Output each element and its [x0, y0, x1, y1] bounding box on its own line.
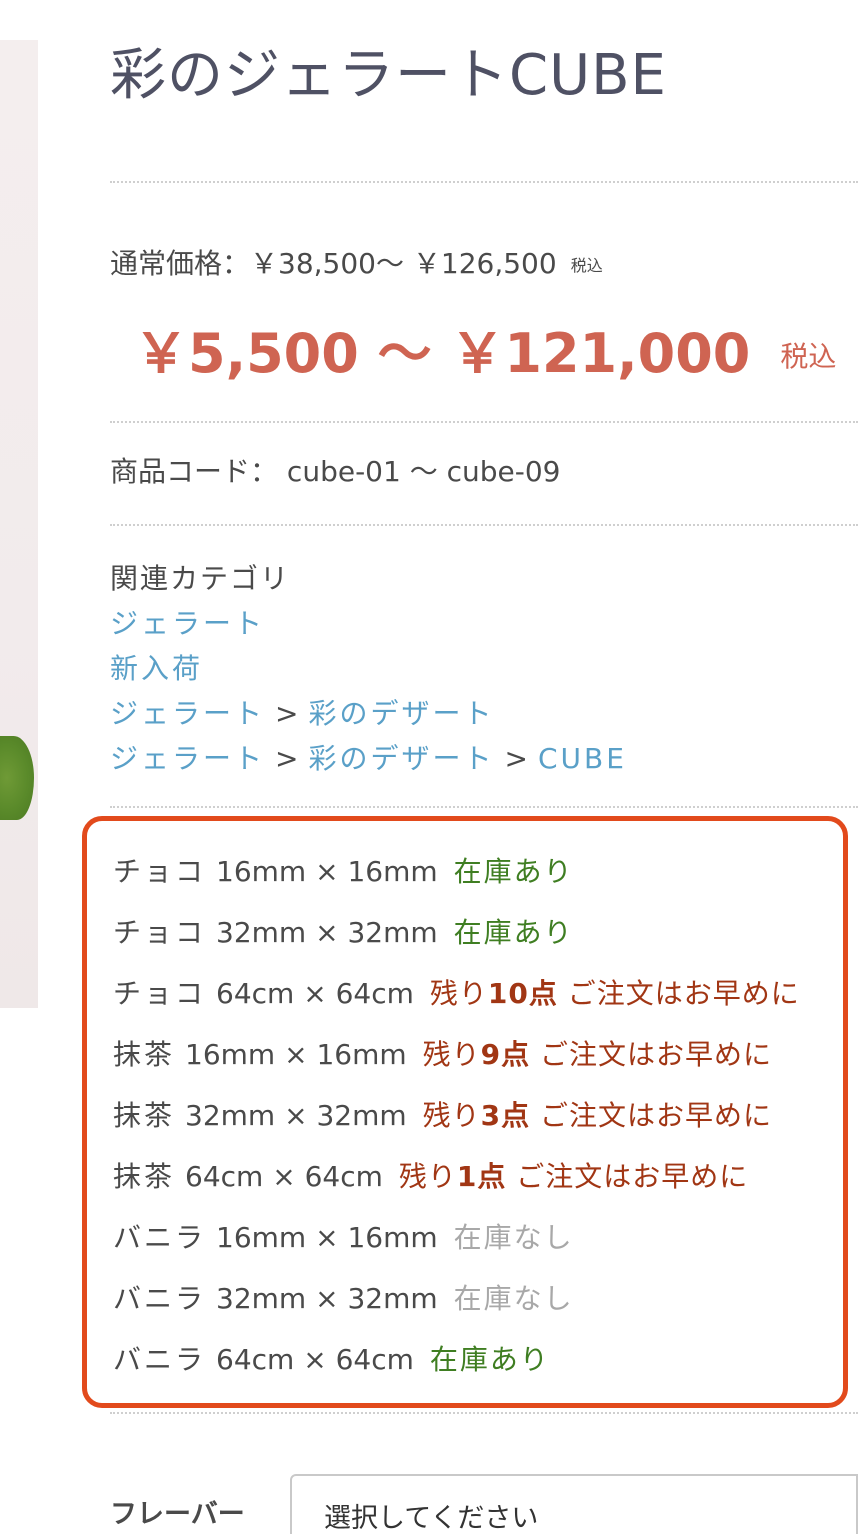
stock-remaining-prefix: 残り — [429, 977, 488, 1010]
stock-row: バニラ 64cm × 64cm 在庫あり — [113, 1329, 800, 1390]
product-image[interactable] — [0, 40, 38, 1008]
stock-remaining-count: 10点 — [487, 977, 558, 1010]
category-path: ジェラート > 彩のデザート — [110, 691, 627, 736]
sale-price-range: ￥5,500 ～ ￥121,000 — [134, 322, 751, 385]
stock-remaining-note: ご注文はお早めに — [530, 1099, 773, 1132]
product-code-range: cube-01 ～ cube-09 — [286, 455, 561, 488]
stock-status-out-of-stock: 在庫なし — [453, 1221, 574, 1254]
product-code-label: 商品コード： — [110, 455, 279, 488]
flavor-option-label: フレーバー — [110, 1499, 245, 1530]
category-link-gelato[interactable]: ジェラート — [110, 697, 265, 730]
stock-flavor: 抹茶 — [113, 1099, 176, 1132]
stock-status-out-of-stock: 在庫なし — [453, 1282, 574, 1315]
product-title: 彩のジェラートCUBE — [110, 43, 667, 108]
sale-price: ￥5,500 ～ ￥121,000 税込 — [134, 322, 836, 389]
breadcrumb-separator: > — [275, 697, 299, 730]
stock-status-low-stock: 残り3点 ご注文はお早めに — [423, 1099, 772, 1132]
stock-row: チョコ 16mm × 16mm 在庫あり — [113, 841, 800, 902]
category-link-gelato[interactable]: ジェラート — [110, 607, 265, 640]
stock-status-in-stock: 在庫あり — [453, 855, 574, 888]
stock-size: 64cm × 64cm — [185, 1160, 383, 1193]
product-detail-page: 彩のジェラートCUBE 通常価格：￥38,500～ ￥126,500 税込 ￥5,… — [0, 0, 858, 1534]
category-path: ジェラート > 彩のデザート > CUBE — [110, 736, 627, 781]
divider — [110, 806, 858, 808]
stock-row: バニラ 16mm × 16mm 在庫なし — [113, 1207, 800, 1268]
category-link-aya-dessert[interactable]: 彩のデザート — [308, 742, 494, 775]
stock-size: 32mm × 32mm — [216, 916, 438, 949]
regular-price-range: ￥38,500～ ￥126,500 — [250, 247, 557, 280]
stock-status-panel: チョコ 16mm × 16mm 在庫あり チョコ 32mm × 32mm 在庫あり チョ… — [82, 816, 848, 1408]
stock-size: 64cm × 64cm — [216, 977, 414, 1010]
flavor-option-row: フレーバー 選択してください — [110, 1474, 858, 1534]
regular-price-tax: 税込 — [570, 256, 603, 275]
breadcrumb-separator: > — [275, 742, 299, 775]
divider — [110, 181, 858, 183]
category-link-aya-dessert[interactable]: 彩のデザート — [308, 697, 494, 730]
stock-flavor: チョコ — [113, 916, 207, 949]
stock-row: 抹茶 64cm × 64cm 残り1点 ご注文はお早めに — [113, 1146, 800, 1207]
stock-remaining-prefix: 残り — [422, 1099, 481, 1132]
stock-flavor: 抹茶 — [113, 1160, 176, 1193]
stock-size: 64cm × 64cm — [216, 1343, 414, 1376]
stock-flavor: バニラ — [113, 1221, 207, 1254]
stock-flavor: バニラ — [113, 1343, 207, 1376]
stock-remaining-count: 1点 — [456, 1160, 507, 1193]
category-link-new-arrival[interactable]: 新入荷 — [110, 652, 203, 685]
stock-remaining-prefix: 残り — [398, 1160, 457, 1193]
breadcrumb-separator: > — [504, 742, 528, 775]
related-categories-label: 関連カテゴリ — [110, 562, 291, 595]
stock-status-low-stock: 残り10点 ご注文はお早めに — [430, 977, 800, 1010]
stock-remaining-note: ご注文はお早めに — [557, 977, 800, 1010]
flavor-select[interactable]: 選択してください — [290, 1474, 858, 1534]
stock-size: 32mm × 32mm — [185, 1099, 407, 1132]
stock-row: バニラ 32mm × 32mm 在庫なし — [113, 1268, 800, 1329]
stock-flavor: チョコ — [113, 855, 207, 888]
stock-size: 16mm × 16mm — [216, 855, 438, 888]
category-link-gelato[interactable]: ジェラート — [110, 742, 265, 775]
related-categories: 関連カテゴリ ジェラート 新入荷 ジェラート > 彩のデザート ジェラート > 彩のデザ… — [110, 556, 627, 781]
divider — [110, 1412, 858, 1414]
stock-status-low-stock: 残り9点 ご注文はお早めに — [423, 1038, 772, 1071]
regular-price-label: 通常価格： — [110, 247, 251, 280]
category-path: ジェラート — [110, 601, 627, 646]
category-link-cube[interactable]: CUBE — [538, 742, 627, 775]
stock-size: 16mm × 16mm — [216, 1221, 438, 1254]
stock-row: チョコ 32mm × 32mm 在庫あり — [113, 902, 800, 963]
stock-list: チョコ 16mm × 16mm 在庫あり チョコ 32mm × 32mm 在庫あり チョ… — [113, 841, 800, 1390]
stock-flavor: 抹茶 — [113, 1038, 176, 1071]
stock-size: 32mm × 32mm — [216, 1282, 438, 1315]
stock-status-in-stock: 在庫あり — [429, 1343, 550, 1376]
category-path: 新入荷 — [110, 646, 627, 691]
stock-remaining-note: ご注文はお早めに — [506, 1160, 749, 1193]
stock-row: 抹茶 16mm × 16mm 残り9点 ご注文はお早めに — [113, 1024, 800, 1085]
stock-status-low-stock: 残り1点 ご注文はお早めに — [399, 1160, 748, 1193]
sale-price-tax: 税込 — [780, 340, 837, 373]
stock-flavor: バニラ — [113, 1282, 207, 1315]
divider — [110, 421, 858, 423]
stock-remaining-count: 3点 — [480, 1099, 531, 1132]
stock-remaining-prefix: 残り — [422, 1038, 481, 1071]
stock-remaining-count: 9点 — [480, 1038, 531, 1071]
stock-flavor: チョコ — [113, 977, 207, 1010]
stock-row: 抹茶 32mm × 32mm 残り3点 ご注文はお早めに — [113, 1085, 800, 1146]
stock-row: チョコ 64cm × 64cm 残り10点 ご注文はお早めに — [113, 963, 800, 1024]
regular-price: 通常価格：￥38,500～ ￥126,500 税込 — [110, 244, 603, 286]
stock-size: 16mm × 16mm — [185, 1038, 407, 1071]
stock-remaining-note: ご注文はお早めに — [530, 1038, 773, 1071]
product-code: 商品コード： cube-01 ～ cube-09 — [110, 452, 560, 492]
divider — [110, 524, 858, 526]
stock-status-in-stock: 在庫あり — [453, 916, 574, 949]
